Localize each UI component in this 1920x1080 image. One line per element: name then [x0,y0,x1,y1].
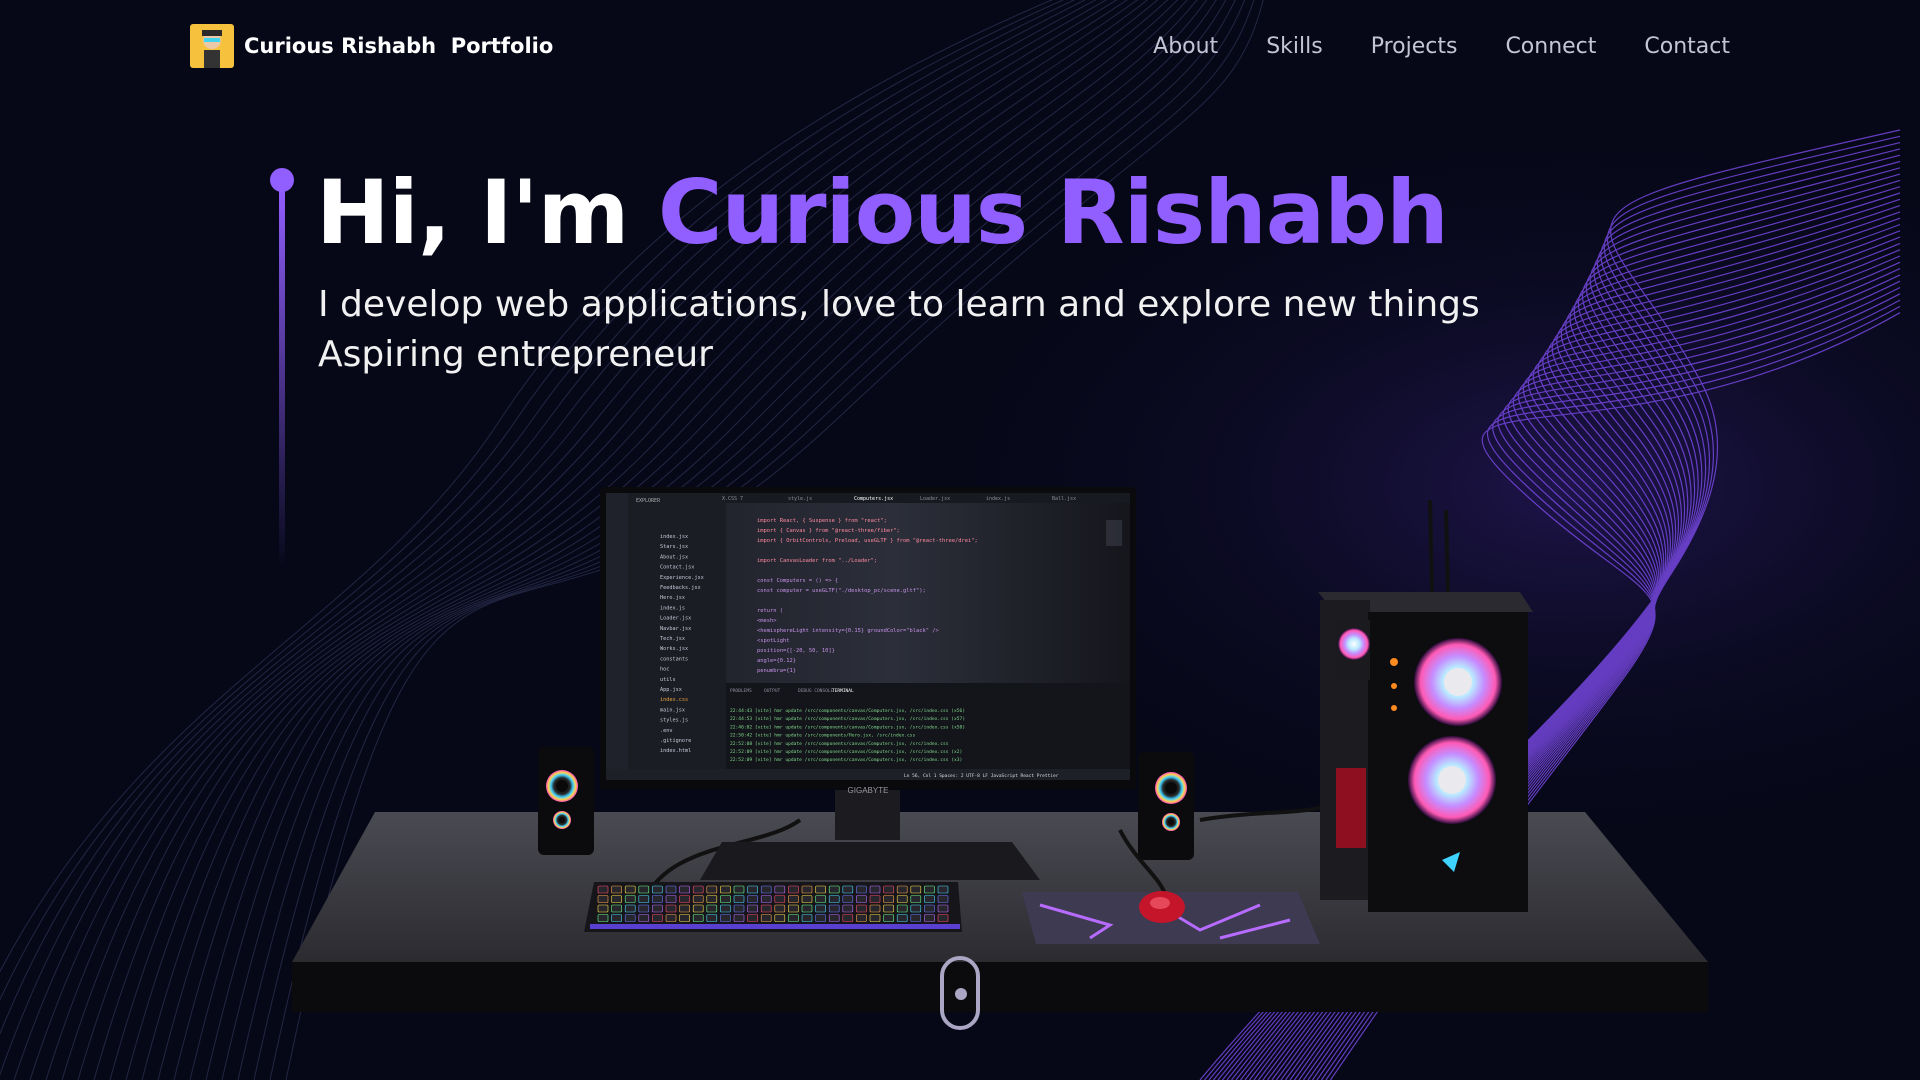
brand-name-second: Portfolio [450,34,554,58]
explorer-file[interactable]: Feedbacks.jsx [660,585,701,591]
code-line: angle={0.12} [757,658,796,664]
rgb-keyboard [584,882,962,932]
terminal-line: 22:44:43 [vite] hmr update /src/componen… [730,708,965,714]
code-line: const computer = useGLTF("./desktop_pc/s… [757,588,926,594]
nav-links: About Skills Projects Connect Contact [1153,34,1730,59]
editor-tab[interactable]: index.js [986,496,1010,502]
editor-tab[interactable]: Ball.jsx [1052,496,1076,502]
hero-subtitle-line-2: Aspiring entrepreneur [318,334,713,375]
code-line: import React, { Suspense } from "react"; [757,518,887,524]
code-line: <spotLight [757,638,789,644]
explorer-file[interactable]: .gitignore [660,738,691,744]
explorer-file[interactable]: About.jsx [660,554,688,560]
scroll-dot-icon [955,988,967,1000]
code-line: <hemisphereLight intensity={0.15} ground… [757,628,939,634]
editor-tab[interactable]: Computers.jsx [854,496,893,502]
explorer-file[interactable]: App.jsx [660,687,682,693]
terminal-line: 22:44:53 [vite] hmr update /src/componen… [730,716,965,722]
explorer-file[interactable]: styles.js [660,718,688,724]
avatar-logo [190,24,234,68]
code-line: <mesh> [757,618,777,624]
brand-name: Curious Rishabh Portfolio [244,34,553,58]
terminal-line: 22:52:09 [vite] hmr update /src/componen… [730,749,962,755]
panel-tab[interactable]: TERMINAL [832,688,854,694]
explorer-file[interactable]: Tech.jsx [660,636,685,642]
code-line: import { OrbitControls, Preload, useGLTF… [757,538,978,544]
hero-greeting: Hi, I'm [316,161,658,264]
explorer-file[interactable]: hoc [660,667,669,673]
left-speaker [538,747,594,855]
code-line: import CanvasLoader from "../Loader"; [757,558,877,564]
editor-status-bar: Ln 56, Col 1 Spaces: 2 UTF-8 LF JavaScri… [904,773,1059,779]
explorer-file[interactable]: index.css [660,697,688,703]
explorer-file[interactable]: Loader.jsx [660,616,691,622]
scroll-down-indicator[interactable] [940,956,980,1030]
terminal-line: 22:52:08 [vite] hmr update /src/componen… [730,741,949,747]
gaming-pc-case [1318,499,1533,912]
terminal-line: 22:52:09 [vite] hmr update /src/componen… [730,757,962,763]
nav-link-skills[interactable]: Skills [1266,34,1323,59]
explorer-file[interactable]: .env [660,728,673,734]
nav-link-connect[interactable]: Connect [1505,34,1596,59]
nav-link-about[interactable]: About [1153,34,1218,59]
code-line: import { Canvas } from "@react-three/fib… [757,528,900,534]
explorer-file[interactable]: utils [660,677,676,683]
hero-name: Curious Rishabh [657,161,1449,264]
nav-link-contact[interactable]: Contact [1644,34,1730,59]
code-line: return ( [757,608,783,614]
hero-subtitle: I develop web applications, love to lear… [318,280,1480,380]
explorer-file[interactable]: index.jsx [660,534,688,540]
editor-tab[interactable]: X.CSS 7 [722,496,743,502]
hero-subtitle-line-1: I develop web applications, love to lear… [318,284,1480,325]
explorer-file[interactable]: Hero.jsx [660,595,685,601]
monitor-brand: GIGABYTE [848,786,889,795]
nav-link-projects[interactable]: Projects [1371,34,1458,59]
explorer-file[interactable]: index.js [660,605,685,611]
terminal-line: 22:50:42 [vite] hmr update /src/componen… [730,733,916,739]
panel-tab[interactable]: PROBLEMS [730,688,752,694]
brand-name-first: Curious Rishabh [244,34,437,58]
explorer-file[interactable]: Stars.jsx [660,544,688,550]
explorer-file[interactable]: Navbar.jsx [660,626,691,632]
right-speaker [1138,752,1194,860]
explorer-file[interactable]: main.jsx [660,707,685,713]
explorer-file[interactable]: constants [660,656,688,662]
explorer-label: EXPLORER [636,498,661,504]
explorer-file[interactable]: Works.jsx [660,646,688,652]
editor-tab[interactable]: style.js [788,496,812,502]
brand-home-link[interactable]: Curious Rishabh Portfolio [190,24,553,68]
explorer-file[interactable]: Contact.jsx [660,565,694,571]
code-line: position={[-20, 50, 10]} [757,648,835,654]
explorer-file[interactable]: Experience.jsx [660,575,704,581]
explorer-file[interactable]: index.html [660,748,691,754]
panel-tab[interactable]: DEBUG CONSOLE [798,688,834,694]
editor-tab[interactable]: Loader.jsx [920,496,950,502]
terminal-line: 22:46:02 [vite] hmr update /src/componen… [730,724,965,730]
hero-title: Hi, I'm Curious Rishabh [316,158,1449,268]
code-line: const Computers = () => { [757,578,838,584]
navbar: Curious Rishabh Portfolio About Skills P… [190,22,1730,70]
gaming-mouse [1139,891,1185,923]
panel-tab[interactable]: OUTPUT [764,688,781,694]
code-line: penumbra={1} [757,668,796,674]
